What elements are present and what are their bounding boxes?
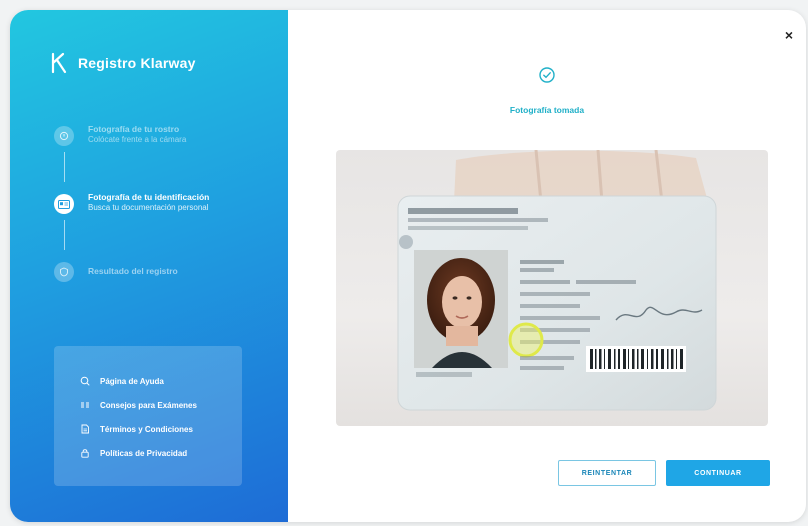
document-icon	[80, 424, 90, 434]
check-circle-icon	[539, 67, 555, 83]
step-title: Fotografía de tu rostro	[88, 124, 180, 134]
help-link-ayuda[interactable]: Página de Ayuda	[80, 374, 164, 388]
help-links-panel: Página de Ayuda Consejos para Exámenes T…	[54, 346, 242, 486]
help-icon	[80, 376, 90, 386]
step-subtitle: Colócate frente a la cámara	[88, 135, 187, 144]
help-link-label: Página de Ayuda	[100, 376, 164, 386]
klarway-logo-icon	[51, 52, 67, 74]
main-content: × Fotografía tomada REINTENTAR CONTINUAR	[288, 10, 806, 522]
help-link-consejos[interactable]: Consejos para Exámenes	[80, 398, 197, 412]
list-icon	[80, 400, 90, 410]
help-link-terminos[interactable]: Términos y Condiciones	[80, 422, 193, 436]
step-face-photo: Fotografía de tu rostro Colócate frente …	[54, 122, 284, 152]
help-link-privacidad[interactable]: Políticas de Privacidad	[80, 446, 187, 460]
step-title: Fotografía de tu identificación	[88, 192, 210, 202]
id-card-photo	[397, 150, 717, 411]
sidebar: Registro Klarway Fotografía de tu rostro…	[10, 10, 288, 522]
step-result: Resultado del registro	[54, 258, 284, 288]
brand: Registro Klarway	[50, 52, 196, 74]
step-title: Resultado del registro	[88, 266, 178, 276]
step-connector	[64, 220, 65, 250]
help-link-label: Consejos para Exámenes	[100, 400, 197, 410]
step-connector	[64, 152, 65, 182]
registration-modal: Registro Klarway Fotografía de tu rostro…	[10, 10, 806, 522]
help-link-label: Términos y Condiciones	[100, 424, 193, 434]
retry-button[interactable]: REINTENTAR	[558, 460, 656, 486]
id-photo-preview	[336, 150, 768, 426]
id-card-icon	[54, 194, 74, 214]
step-subtitle: Busca tu documentación personal	[88, 203, 209, 212]
status-text: Fotografía tomada	[509, 105, 585, 115]
lock-icon	[80, 448, 90, 458]
face-icon	[54, 126, 74, 146]
status: Fotografía tomada	[288, 66, 806, 115]
help-link-label: Políticas de Privacidad	[100, 448, 188, 458]
shield-icon	[54, 262, 74, 282]
continue-button[interactable]: CONTINUAR	[666, 460, 770, 486]
step-id-photo: Fotografía de tu identificación Busca tu…	[54, 190, 284, 220]
brand-name: Registro Klarway	[78, 55, 196, 71]
close-icon[interactable]: ×	[780, 26, 798, 44]
